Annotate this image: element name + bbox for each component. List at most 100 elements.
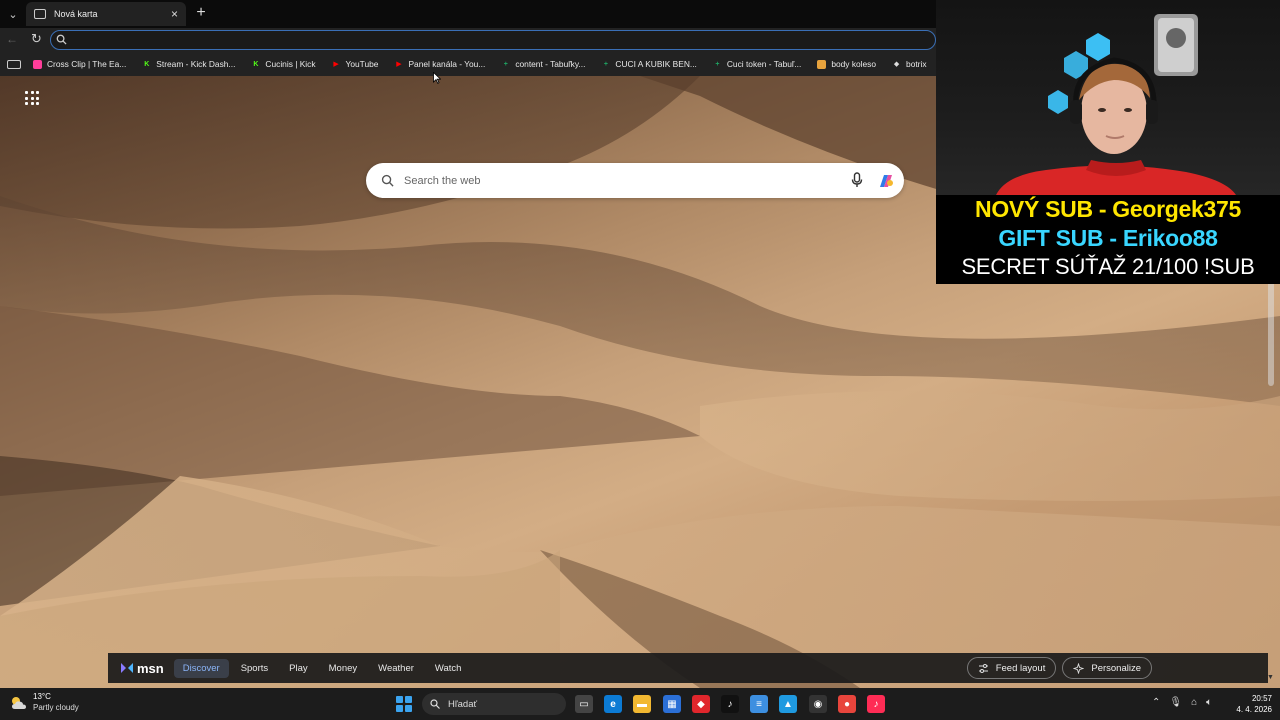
feed-layout-button[interactable]: Feed layout	[966, 657, 1057, 679]
red-app-app-icon[interactable]: ◆	[692, 695, 710, 713]
sparkle-icon	[1073, 662, 1085, 674]
taskbar-clock[interactable]: 20:57 4. 4. 2026	[1228, 693, 1272, 715]
tab-page-icon	[34, 9, 46, 19]
bookmark-label: content - Tabuľky...	[515, 59, 586, 69]
windows-start-button[interactable]	[396, 696, 412, 712]
msn-actions: Feed layout Personalize	[961, 657, 1152, 679]
bookmark-label: botrix	[906, 59, 927, 69]
new-tab-button[interactable]: +	[192, 4, 210, 22]
bookmark-favicon-icon: K	[253, 60, 259, 68]
msn-feed-bar: msn Discover Sports Play Money Weather W…	[108, 653, 1268, 683]
sliders-icon	[978, 663, 988, 673]
bookmark-item[interactable]: Cross Clip | The Ea...	[33, 59, 126, 69]
clock-time: 20:57	[1251, 694, 1272, 703]
bookmark-favicon-icon: K	[144, 60, 150, 68]
bookmark-label: Cucinis | Kick	[265, 59, 316, 69]
msn-tab-sports[interactable]: Sports	[232, 659, 277, 678]
apps-launcher-icon[interactable]	[25, 91, 39, 105]
bookmark-favicon-icon: +	[603, 60, 608, 68]
search-input[interactable]	[404, 170, 834, 191]
bookmark-favicon-icon: ▶	[396, 61, 402, 68]
chrome-app-icon[interactable]: ●	[838, 695, 856, 713]
msn-tab-play[interactable]: Play	[280, 659, 316, 678]
weather-description: Partly cloudy	[33, 703, 79, 712]
tab-bar: ⌄ Nová karta × +	[0, 0, 936, 28]
toolbar: ← ↻	[0, 28, 936, 52]
msn-tab-watch[interactable]: Watch	[426, 659, 471, 678]
tab-new-tab[interactable]: Nová karta ×	[26, 2, 186, 26]
weather-widget[interactable]: 13°C Partly cloudy	[10, 692, 79, 713]
search-icon	[430, 699, 440, 709]
bookmark-favicon-icon	[817, 59, 827, 69]
file-explorer-app-icon[interactable]: ▬	[633, 695, 651, 713]
bookmark-favicon-icon: +	[715, 60, 720, 68]
msn-logo[interactable]: msn	[120, 661, 164, 676]
partly-cloudy-icon	[12, 696, 26, 709]
bookmark-item[interactable]: K Stream - Kick Dash...	[142, 59, 235, 69]
bookmark-favicon-icon: ▶	[333, 61, 339, 68]
feed-layout-label: Feed layout	[995, 662, 1046, 674]
task-view-app-icon[interactable]: ▭	[575, 695, 593, 713]
bookmark-label: Cross Clip | The Ea...	[47, 59, 127, 69]
close-tab-icon[interactable]: ×	[171, 7, 178, 21]
personalize-label: Personalize	[1091, 662, 1141, 674]
bookmark-item[interactable]: body koleso	[817, 59, 876, 69]
notepad-app-icon[interactable]: ≡	[750, 695, 768, 713]
msn-tab-money[interactable]: Money	[320, 659, 367, 678]
secret-contest-counter: SECRET SÚŤAŽ 21/100 !SUB	[961, 254, 1255, 279]
edge-app-icon[interactable]: e	[604, 695, 622, 713]
collections-icon[interactable]	[7, 59, 21, 69]
copilot-icon[interactable]	[876, 171, 896, 191]
bookmark-label: Stream - Kick Dash...	[156, 59, 236, 69]
bookmark-item[interactable]: + content - Tabuľky...	[501, 59, 586, 69]
tab-title: Nová karta	[54, 9, 98, 19]
scroll-down-arrow-icon[interactable]: ▼	[1267, 674, 1274, 681]
streamer-webcam-image	[996, 14, 1236, 195]
bookmark-item[interactable]: + Cuci token - Tabuľ...	[713, 59, 801, 69]
tray-overflow-chevron-icon[interactable]: ⌃	[1152, 697, 1160, 708]
reload-icon[interactable]: ↻	[31, 31, 42, 47]
bookmark-item[interactable]: K Cucinis | Kick	[251, 59, 315, 69]
new-sub-alert: NOVÝ SUB - Georgek375	[975, 196, 1241, 222]
bookmarks-bar: Cross Clip | The Ea... K Stream - Kick Das…	[0, 52, 936, 76]
back-arrow-icon[interactable]: ←	[6, 32, 18, 46]
msn-tab-discover[interactable]: Discover	[173, 658, 229, 678]
msn-tab-weather[interactable]: Weather	[369, 659, 423, 678]
bookmark-favicon-icon: ◆	[893, 61, 900, 68]
volume-icon[interactable]: 🔈︎	[1206, 697, 1212, 708]
msn-logo-text: msn	[137, 660, 164, 676]
taskbar-search[interactable]: Hľadať	[422, 693, 566, 715]
network-icon[interactable]: ⌂	[1191, 697, 1197, 708]
bookmark-favicon-icon	[33, 59, 42, 69]
address-bar[interactable]	[50, 30, 936, 50]
bookmark-label: Panel kanála - You...	[408, 59, 486, 69]
bookmark-label: YouTube	[345, 59, 379, 69]
bookmark-favicon-icon: +	[503, 60, 508, 68]
web-search-box[interactable]	[366, 163, 904, 198]
gift-sub-alert: GIFT SUB - Erikoo88	[998, 225, 1218, 251]
bookmark-label: CUCI A KUBIK BEN...	[615, 59, 697, 69]
photos-app-icon[interactable]: ▲	[779, 695, 797, 713]
system-tray: ⌃ 🎙︎ ⌂ 🔈︎	[1152, 697, 1221, 708]
obs-app-icon[interactable]: ◉	[809, 695, 827, 713]
microsoft-store-app-icon[interactable]: ▦	[663, 695, 681, 713]
bookmark-label: Cuci token - Tabuľ...	[726, 59, 802, 69]
microphone-icon[interactable]	[851, 172, 863, 188]
tiktok-app-icon[interactable]: ♪	[721, 695, 739, 713]
bookmark-item[interactable]: ▶ Panel kanála - You...	[394, 59, 485, 69]
search-icon	[381, 174, 394, 187]
webcam-overlay	[936, 0, 1280, 195]
personalize-button[interactable]: Personalize	[1062, 657, 1152, 679]
bookmark-label: body koleso	[831, 59, 877, 69]
tiktok-live-app-icon[interactable]: ♪	[867, 695, 885, 713]
tab-actions-chevron-icon[interactable]: ⌄	[4, 5, 22, 23]
taskbar-search-label: Hľadať	[448, 698, 478, 710]
weather-temperature: 13°C	[33, 692, 51, 701]
page-scrollbar[interactable]	[1268, 276, 1274, 386]
bookmark-item[interactable]: ◆ botrix	[892, 59, 927, 69]
clock-date: 4. 4. 2026	[1236, 705, 1272, 714]
microphone-tray-icon[interactable]: 🎙︎	[1169, 697, 1182, 708]
bookmark-item[interactable]: ▶ YouTube	[332, 59, 379, 69]
bookmark-item[interactable]: + CUCI A KUBIK BEN...	[601, 59, 697, 69]
stream-alerts-panel: NOVÝ SUB - Georgek375 GIFT SUB - Erikoo8…	[936, 195, 1280, 284]
